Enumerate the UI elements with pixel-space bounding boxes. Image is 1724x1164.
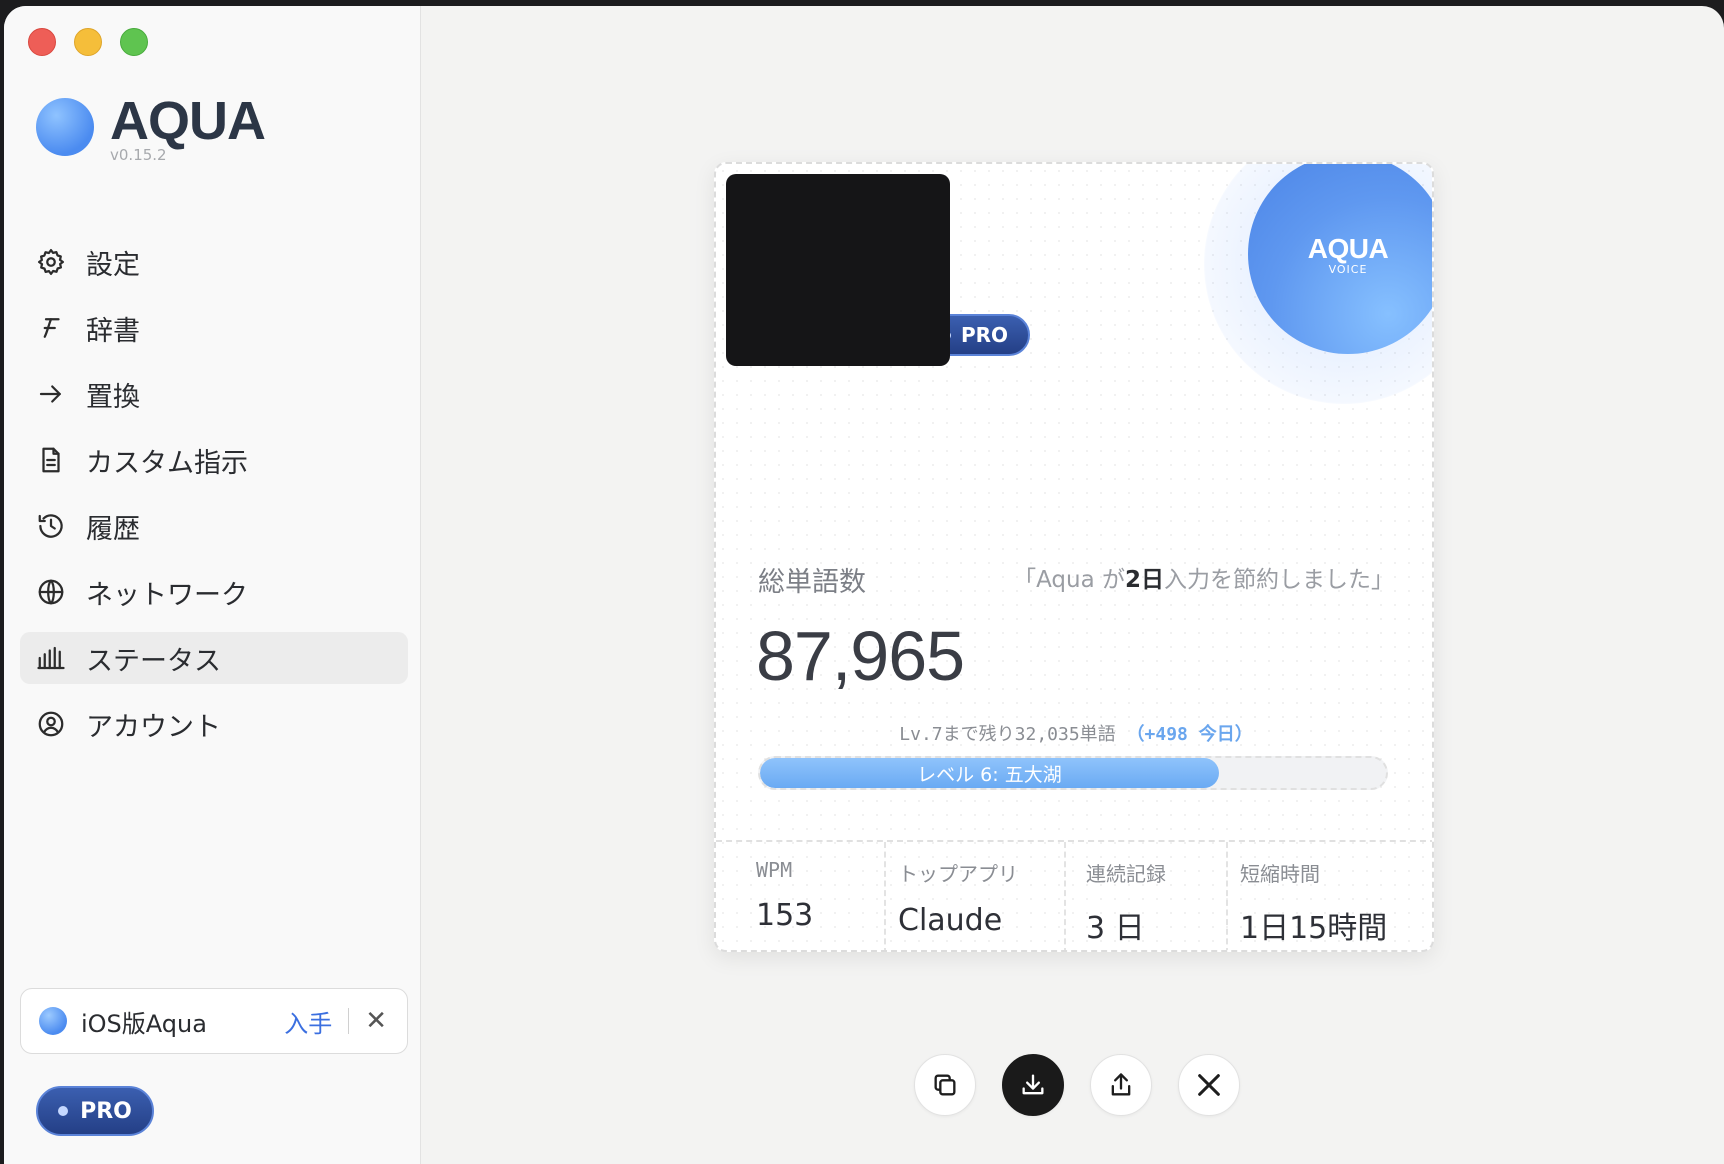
sidebar: AQUA v0.15.2 設定 辞書 置換 カスタム指示 履歴 ネットワーク ス… bbox=[4, 6, 421, 1164]
app-window: AQUA v0.15.2 設定 辞書 置換 カスタム指示 履歴 ネットワーク ス… bbox=[4, 6, 1724, 1164]
ios-banner-label: iOS版Aqua bbox=[81, 1009, 207, 1038]
close-icon[interactable]: ✕ bbox=[365, 1006, 387, 1036]
gear-icon bbox=[36, 247, 66, 277]
x-logo-icon bbox=[1198, 1074, 1220, 1096]
ios-app-banner: iOS版Aqua 入手 ✕ bbox=[20, 988, 408, 1054]
sidebar-item-settings[interactable]: 設定 bbox=[20, 236, 408, 288]
status-share-card: AQUA VOICE PRO 総単語数 「Aqua が2日入力を節約しました」 … bbox=[714, 162, 1434, 952]
share-button[interactable] bbox=[1090, 1054, 1152, 1116]
redacted-avatar bbox=[726, 174, 950, 366]
copy-button[interactable] bbox=[914, 1054, 976, 1116]
stat-top-app: トップアプリ Claude bbox=[886, 842, 1066, 950]
sidebar-item-account[interactable]: アカウント bbox=[20, 698, 408, 750]
level-progress-bar: レベル 6: 五大湖 bbox=[758, 756, 1388, 790]
globe-icon bbox=[36, 577, 66, 607]
stat-value: 1日15時間 bbox=[1240, 911, 1388, 946]
saved-days: 2日 bbox=[1124, 567, 1164, 593]
account-icon bbox=[36, 709, 66, 739]
aqua-orb-icon bbox=[39, 1007, 67, 1035]
app-name: AQUA bbox=[110, 91, 266, 151]
close-window-button[interactable] bbox=[28, 28, 56, 56]
sidebar-item-label: アカウント bbox=[86, 711, 221, 743]
sidebar-item-label: 履歴 bbox=[86, 513, 140, 545]
sidebar-item-label: 置換 bbox=[86, 381, 140, 413]
stat-streak: 連続記録 3 日 bbox=[1066, 842, 1228, 950]
sidebar-item-dictionary[interactable]: 辞書 bbox=[20, 302, 408, 354]
total-words-title: 総単語数 bbox=[758, 567, 866, 598]
sidebar-item-replace[interactable]: 置換 bbox=[20, 368, 408, 420]
divider bbox=[348, 1008, 350, 1034]
stat-label: 連続記録 bbox=[1086, 862, 1166, 886]
share-icon bbox=[1111, 1073, 1131, 1096]
sidebar-item-label: ネットワーク bbox=[86, 579, 248, 611]
arrow-right-icon bbox=[36, 379, 66, 409]
stat-label: 短縮時間 bbox=[1240, 862, 1320, 886]
get-ios-app-link[interactable]: 入手 bbox=[284, 1004, 332, 1039]
pro-label: PRO bbox=[80, 1098, 132, 1124]
dictionary-icon bbox=[36, 313, 66, 343]
level-progress-fill: レベル 6: 五大湖 bbox=[760, 758, 1219, 788]
card-pro-label: PRO bbox=[960, 323, 1008, 347]
zoom-window-button[interactable] bbox=[120, 28, 148, 56]
history-icon bbox=[36, 511, 66, 541]
sidebar-item-network[interactable]: ネットワーク bbox=[20, 566, 408, 618]
sidebar-item-custom-instructions[interactable]: カスタム指示 bbox=[20, 434, 408, 486]
copy-icon bbox=[934, 1074, 956, 1096]
download-icon bbox=[1022, 1074, 1044, 1095]
stat-wpm: WPM 153 bbox=[716, 842, 886, 950]
today-words: （+498 今日） bbox=[1126, 724, 1253, 745]
stat-value: Claude bbox=[898, 903, 1003, 938]
level-remaining: Lv.7まで残り32,035単語 bbox=[899, 724, 1116, 745]
dot-icon bbox=[58, 1106, 69, 1116]
minimize-window-button[interactable] bbox=[74, 28, 102, 56]
sidebar-item-label: 設定 bbox=[86, 249, 140, 281]
saved-time-quote: 「Aqua が2日入力を節約しました」 bbox=[994, 560, 1394, 594]
card-actions bbox=[914, 1054, 1240, 1116]
stat-label: WPM bbox=[756, 858, 793, 882]
stat-time-saved: 短縮時間 1日15時間 bbox=[1228, 842, 1432, 950]
window-controls bbox=[28, 28, 148, 56]
level-label: レベル 6: 五大湖 bbox=[917, 763, 1062, 786]
sidebar-nav: 設定 辞書 置換 カスタム指示 履歴 ネットワーク ステータス アカウント bbox=[20, 236, 408, 764]
next-level-note: Lv.7まで残り32,035単語 （+498 今日） bbox=[716, 720, 1432, 746]
stat-value: 3 日 bbox=[1086, 911, 1145, 946]
sidebar-item-status[interactable]: ステータス bbox=[20, 632, 408, 684]
saved-prefix: 「Aqua が bbox=[1013, 567, 1125, 593]
stat-value: 153 bbox=[756, 898, 814, 933]
logo-name: AQUA bbox=[1307, 232, 1389, 264]
sidebar-item-label: カスタム指示 bbox=[86, 447, 248, 479]
pro-plan-badge[interactable]: PRO bbox=[36, 1086, 154, 1136]
logo-subtitle: VOICE bbox=[1328, 262, 1368, 276]
sidebar-item-label: ステータス bbox=[86, 645, 221, 677]
sidebar-item-history[interactable]: 履歴 bbox=[20, 500, 408, 552]
saved-suffix: 入力を節約しました」 bbox=[1164, 567, 1394, 593]
sidebar-item-label: 辞書 bbox=[86, 315, 140, 347]
download-button[interactable] bbox=[1002, 1054, 1064, 1116]
total-words-count: 87,965 bbox=[756, 617, 965, 695]
document-icon bbox=[36, 445, 66, 475]
stat-label: トップアプリ bbox=[898, 862, 1018, 886]
stats-row: WPM 153 トップアプリ Claude 連続記録 3 日 短縮時間 1日15… bbox=[716, 840, 1432, 950]
share-to-x-button[interactable] bbox=[1178, 1054, 1240, 1116]
bars-icon bbox=[36, 643, 66, 673]
app-brand: AQUA v0.15.2 bbox=[36, 91, 266, 164]
aqua-orb-logo bbox=[36, 98, 94, 156]
